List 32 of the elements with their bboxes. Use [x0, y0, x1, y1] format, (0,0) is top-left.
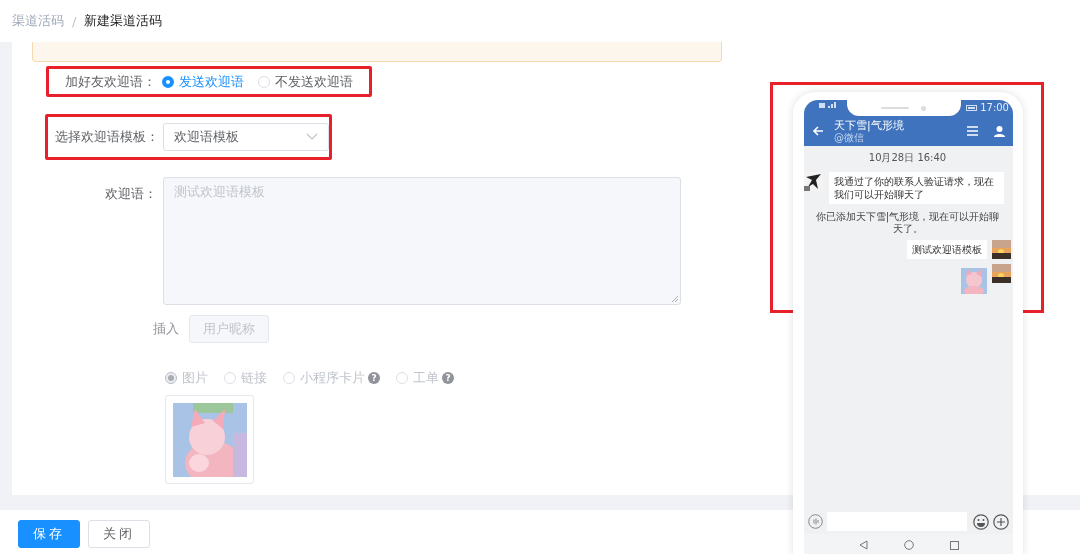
chat-timestamp: 10月28日 16:40 — [868, 151, 947, 165]
breadcrumb-item: 新建渠道活码 — [84, 12, 163, 30]
person-icon[interactable] — [994, 125, 1005, 137]
save-button[interactable]: 保存 — [18, 520, 80, 548]
voice-icon[interactable] — [808, 514, 823, 529]
template-select[interactable]: 欢迎语模板 — [163, 123, 329, 151]
chevron-down-icon — [306, 133, 318, 141]
breadcrumb-separator: / — [72, 13, 77, 29]
resize-handle-icon — [671, 295, 678, 302]
back-arrow-icon[interactable] — [813, 126, 824, 136]
insert-label: 插入 — [153, 320, 179, 338]
system-message: 你已添加天下雪|气形境，现在可以开始聊天了。 — [814, 211, 1001, 235]
back-triangle-icon[interactable] — [858, 540, 868, 550]
emoji-icon[interactable] — [973, 513, 989, 530]
field-label: 欢迎语： — [105, 185, 157, 203]
home-circle-icon[interactable] — [903, 540, 914, 550]
menu-icon[interactable] — [967, 126, 978, 136]
close-button[interactable]: 关闭 — [88, 520, 150, 548]
recent-square-icon[interactable] — [949, 540, 959, 550]
image-card[interactable] — [165, 395, 254, 484]
field-label: 加好友欢迎语： — [65, 72, 156, 91]
message-bubble: 测试欢迎语模板 — [907, 240, 987, 259]
field-label: 选择欢迎语模板： — [55, 128, 159, 146]
status-time: 17:00 — [980, 102, 1009, 113]
contact-name: 天下雪|气形境 — [834, 119, 905, 132]
breadcrumb-item[interactable]: 渠道活码 — [12, 12, 64, 30]
radio-option[interactable]: 不发送欢迎语 — [258, 72, 353, 91]
battery-icon — [966, 104, 979, 111]
radio-option[interactable]: 发送欢迎语 — [162, 72, 244, 91]
plus-icon[interactable] — [993, 513, 1009, 530]
contact-source: @微信 — [834, 131, 865, 143]
message-bubble: 我通过了你的联系人验证请求，现在我们可以开始聊天了 — [829, 172, 1004, 204]
